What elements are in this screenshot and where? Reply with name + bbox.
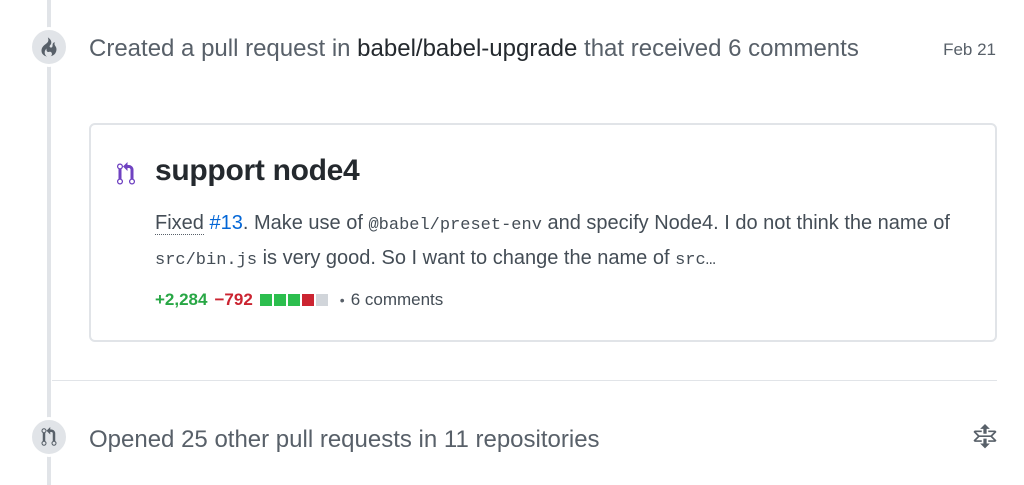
git-pull-request-icon	[41, 427, 57, 446]
unfold-button[interactable]	[972, 424, 998, 455]
pull-request-stats: +2,284 −792 • 6 comments	[155, 290, 443, 310]
body-text: . Make use of	[242, 212, 363, 234]
diffstat-block	[259, 294, 272, 306]
repo-link[interactable]: babel/babel-upgrade	[357, 35, 577, 62]
fixed-label: Fixed	[155, 212, 204, 235]
timeline-line	[47, 0, 51, 485]
code-snippet: @babel/preset-env	[368, 216, 542, 235]
code-snippet: src…	[675, 251, 716, 270]
comments-count: 6 comments	[350, 290, 444, 309]
body-text: and specify Node4. I do not think the na…	[547, 212, 950, 234]
issue-link[interactable]: #13	[209, 212, 242, 234]
diffstat-block	[315, 294, 328, 306]
pull-request-body: Fixed #13. Make use of @babel/preset-env…	[155, 207, 975, 277]
diffstat-bar	[259, 294, 330, 306]
git-pull-request-icon	[117, 162, 135, 185]
headline-suffix: that received 6 comments	[584, 35, 859, 62]
unfold-icon	[973, 424, 997, 449]
code-snippet: src/bin.js	[155, 251, 258, 270]
diffstat-block	[287, 294, 300, 306]
event-date: Feb 21	[943, 40, 996, 59]
flame-icon	[41, 37, 57, 57]
pull-request-card: support node4 Fixed #13. Make use of @ba…	[89, 123, 997, 342]
timeline-badge	[29, 27, 69, 67]
pull-request-title[interactable]: support node4	[155, 154, 360, 188]
deletions-count: −792	[214, 290, 253, 309]
diffstat-block	[301, 294, 314, 306]
diffstat-block	[273, 294, 286, 306]
timeline-badge	[29, 417, 69, 457]
opened-summary: Opened 25 other pull requests in 11 repo…	[89, 426, 600, 453]
event-headline: Created a pull request in babel/babel-up…	[89, 33, 859, 65]
separator-dot: •	[339, 292, 345, 308]
body-text: is very good. So I want to change the na…	[262, 247, 670, 269]
divider	[52, 380, 997, 381]
headline-prefix: Created a pull request in	[89, 35, 351, 62]
additions-count: +2,284	[155, 290, 208, 309]
